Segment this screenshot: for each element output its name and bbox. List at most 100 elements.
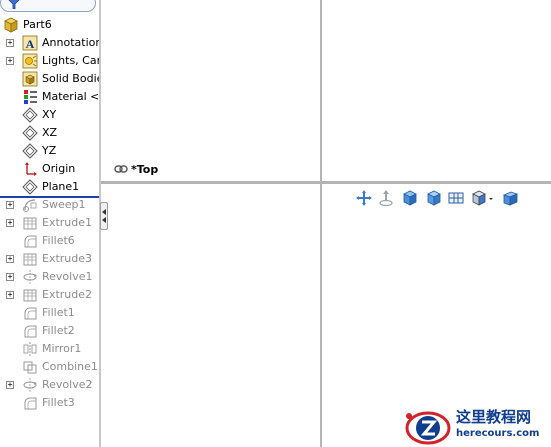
tree-item[interactable]: Mirror1 <box>0 340 99 358</box>
tree-item[interactable]: Plane1 <box>0 178 99 196</box>
watermark-url: herecours.com <box>456 428 540 439</box>
rollback-bar[interactable] <box>0 196 99 198</box>
section-view-icon <box>448 192 464 204</box>
tree-item-label: Extrude2 <box>42 288 93 301</box>
tree-root-label: Part6 <box>23 18 52 31</box>
collapse-arrows-icon <box>102 209 106 223</box>
tree-item-label: Fillet1 <box>42 306 75 319</box>
expand-toggle[interactable]: + <box>6 291 14 299</box>
tree-item[interactable]: + A Annotations <box>0 34 99 52</box>
move-icon <box>379 190 393 207</box>
combine-icon <box>23 361 37 374</box>
feature-manager-tree: Part6 + A Annotations + Lights, Cam Solid Bod… <box>0 0 99 447</box>
expand-toggle[interactable]: + <box>6 273 14 281</box>
view-name-text: *Top <box>131 163 159 176</box>
part-icon <box>4 17 18 33</box>
extrude-icon <box>23 253 37 266</box>
display-style-button[interactable] <box>501 188 519 208</box>
expand-toggle[interactable]: + <box>6 255 14 263</box>
expand-toggle[interactable]: + <box>6 57 14 65</box>
tree-item[interactable]: + Extrude1 <box>0 214 99 232</box>
tree-item[interactable]: Combine1 <box>0 358 99 376</box>
tree-item[interactable]: Material <n <box>0 88 99 106</box>
fillet-icon <box>24 325 37 338</box>
pan-icon <box>356 190 372 206</box>
viewport-splitter-vertical[interactable] <box>320 0 322 447</box>
tree-item[interactable]: Solid Bodies <box>0 70 99 88</box>
plane-icon <box>22 125 38 141</box>
tree-item-label: XZ <box>42 126 58 139</box>
fillet-icon <box>24 307 37 320</box>
tree-item-label: Revolve1 <box>42 270 93 283</box>
expand-toggle[interactable]: + <box>6 201 14 209</box>
tree-item-label: YZ <box>42 144 57 157</box>
fillet-icon <box>24 235 37 248</box>
tree-item[interactable]: Fillet3 <box>0 394 99 412</box>
extrude-icon <box>23 217 37 230</box>
tree-item-label: Material <n <box>42 90 99 103</box>
solid-bodies-icon <box>22 71 38 87</box>
display-cube-button[interactable] <box>425 188 443 208</box>
tree-filter-box[interactable] <box>0 0 96 12</box>
tree-item-label: Annotations <box>42 36 99 49</box>
tree-item[interactable]: Fillet6 <box>0 232 99 250</box>
watermark-logo-icon <box>405 411 451 445</box>
display-style-icon <box>502 191 519 206</box>
expand-toggle[interactable]: + <box>6 219 14 227</box>
tree-item[interactable]: Fillet1 <box>0 304 99 322</box>
tree-root-part[interactable]: Part6 <box>0 16 99 34</box>
viewport-splitter-horizontal[interactable] <box>101 181 551 184</box>
tree-item-label: Lights, Cam <box>42 54 99 67</box>
watermark-title: 这里教程网 <box>456 408 532 426</box>
tree-item[interactable]: XZ <box>0 124 99 142</box>
view-cube-button[interactable] <box>401 188 419 208</box>
expand-toggle[interactable]: + <box>6 39 14 47</box>
tree-item-label: Extrude3 <box>42 252 93 265</box>
plane-icon <box>22 107 38 123</box>
view-orientation-icon <box>472 190 493 206</box>
tree-item-label: Solid Bodies <box>42 72 99 85</box>
tree-item[interactable]: Fillet2 <box>0 322 99 340</box>
link-icon <box>114 165 128 173</box>
site-watermark: 这里教程网 herecours.com <box>404 404 551 447</box>
tree-item-label: Fillet2 <box>42 324 75 337</box>
tree-item-label: Fillet3 <box>42 396 75 409</box>
fillet-icon <box>24 397 37 410</box>
mirror-icon <box>23 342 37 356</box>
tree-item[interactable]: + Lights, Cam <box>0 52 99 70</box>
tree-item[interactable]: + Extrude2 <box>0 286 99 304</box>
tree-item-label: Plane1 <box>42 180 80 193</box>
tree-item[interactable]: Origin <box>0 160 99 178</box>
svg-text:A: A <box>26 37 35 51</box>
revolve-icon <box>23 270 37 284</box>
tree-item[interactable]: + Revolve1 <box>0 268 99 286</box>
tree-item[interactable]: + Sweep1 <box>0 196 99 214</box>
tree-item-label: Revolve2 <box>42 378 93 391</box>
tree-item-label: Origin <box>42 162 76 175</box>
sweep-icon <box>23 199 37 212</box>
view-orientation-button[interactable] <box>471 188 495 208</box>
move-button[interactable] <box>377 188 395 208</box>
material-icon <box>24 90 37 104</box>
lights-cameras-icon <box>22 53 38 69</box>
extrude-icon <box>23 289 37 302</box>
annotations-icon: A <box>22 35 38 51</box>
expand-toggle[interactable]: + <box>6 381 14 389</box>
panel-collapse-handle[interactable] <box>100 202 108 230</box>
tree-item[interactable]: + Revolve2 <box>0 376 99 394</box>
tree-item[interactable]: YZ <box>0 142 99 160</box>
tree-item-label: Mirror1 <box>42 342 82 355</box>
filter-icon <box>8 0 20 9</box>
tree-item-label: Combine1 <box>42 360 98 373</box>
tree-item[interactable]: + Extrude3 <box>0 250 99 268</box>
plane-icon <box>22 179 38 195</box>
view-cube-icon <box>403 190 417 206</box>
heads-up-view-toolbar <box>355 188 530 208</box>
tree-item-label: Extrude1 <box>42 216 93 229</box>
section-view-button[interactable] <box>447 188 465 208</box>
pan-button[interactable] <box>355 188 373 208</box>
plane-icon <box>22 143 38 159</box>
origin-icon <box>25 162 37 176</box>
tree-item[interactable]: XY <box>0 106 99 124</box>
tree-item-label: Fillet6 <box>42 234 75 247</box>
